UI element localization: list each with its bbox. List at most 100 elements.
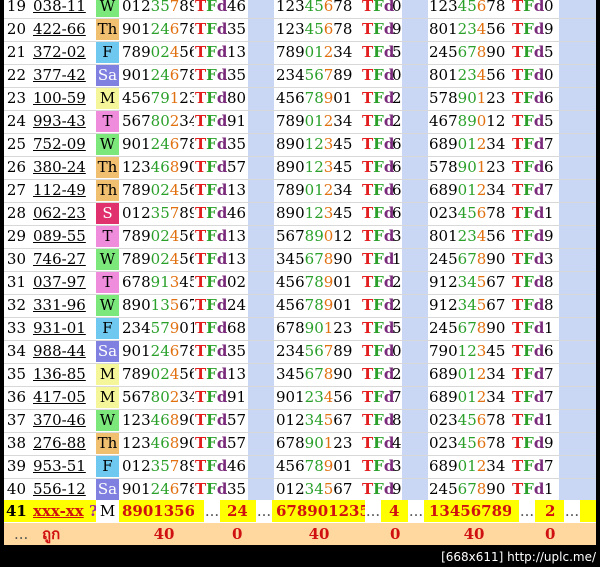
day-badge: Th — [96, 157, 119, 178]
tfd-label: TFd — [362, 273, 394, 291]
footer-value-1: 40 — [153, 525, 175, 543]
day-badge: Th — [96, 180, 119, 201]
digits-col-3: 68901234 — [429, 388, 506, 406]
number-col-1: 68 — [227, 319, 247, 337]
number-col-1: 35 — [227, 342, 247, 360]
row-code[interactable]: 112-49 — [33, 180, 89, 201]
row-code[interactable]: 752-09 — [33, 134, 89, 155]
row-code[interactable]: 417-05 — [33, 387, 89, 408]
row-number: 36 — [6, 388, 26, 406]
spacer-col-3 — [559, 272, 596, 295]
tfd-label: TFd — [512, 89, 544, 107]
number-col-1: 57 — [227, 158, 247, 176]
spacer-col-1 — [248, 180, 274, 203]
row-code[interactable]: 993-43 — [33, 111, 89, 132]
number-col-2: 6 — [392, 204, 402, 222]
tfd-label: TFd — [195, 43, 227, 61]
spacer-col-1 — [248, 134, 274, 157]
row-code[interactable]: 377-42 — [33, 65, 89, 86]
number-col-1: 35 — [227, 480, 247, 498]
number-col-2: 4 — [392, 434, 402, 452]
tfd-label: TFd — [195, 66, 227, 84]
table-row: 21 372-02 F 78902456 TFd 13 78901234 TFd 5 245678… — [4, 42, 596, 65]
footer-zero-1: 0 — [232, 525, 243, 543]
row-code[interactable]: 931-01 — [33, 318, 89, 339]
row-code[interactable]: 062-23 — [33, 203, 89, 224]
row-code[interactable]: 370-46 — [33, 410, 89, 431]
digits-col-1: 23457901 — [122, 319, 194, 337]
row-code[interactable]: 100-59 — [33, 88, 89, 109]
day-badge: F — [96, 318, 119, 339]
digits-col-1: 56780234 — [122, 112, 194, 130]
tfd-label: TFd — [362, 112, 394, 130]
digits-col-1: 78902456 — [122, 227, 194, 245]
row-number: 27 — [6, 181, 26, 199]
tfd-label: TFd — [362, 342, 394, 360]
tfd-label: TFd — [512, 273, 544, 291]
row-code[interactable]: 988-44 — [33, 341, 89, 362]
digits-col-3: 134567890 — [429, 502, 511, 520]
row-code[interactable]: 331-96 — [33, 295, 89, 316]
number-col-2: 6 — [392, 135, 402, 153]
spacer-col-3 — [559, 479, 596, 502]
day-badge: T — [96, 226, 119, 247]
row-number: 21 — [6, 43, 26, 61]
table-row: 28 062-23 S 01235789 TFd 46 89012345 TFd 6 023456… — [4, 203, 596, 226]
number-col-1: 46 — [227, 457, 247, 475]
row-code[interactable]: xxx-xx — [33, 500, 89, 522]
digits-col-2: 45678901 — [276, 457, 353, 475]
tfd-label: TFd — [512, 0, 544, 15]
table-row: 31 037-97 T 67891345 TFd 02 45678901 TFd 2 912345… — [4, 272, 596, 295]
digits-col-3: 91234567 — [429, 273, 506, 291]
spacer-col-1 — [248, 0, 274, 19]
row-code[interactable]: 746-27 — [33, 249, 89, 270]
digits-col-1: 90124678 — [122, 342, 194, 360]
digits-col-3: 02345678 — [429, 434, 506, 452]
row-code[interactable]: 422-66 — [33, 19, 89, 40]
tfd-label: TFd — [195, 135, 227, 153]
number-col-3: 7 — [544, 181, 554, 199]
day-badge: Sa — [96, 479, 119, 500]
digits-col-1: 01235789 — [122, 204, 194, 222]
row-code[interactable]: 953-51 — [33, 456, 89, 477]
spacer-col-1 — [248, 479, 274, 502]
spacer-col-1 — [248, 387, 274, 410]
row-number: 32 — [6, 296, 26, 314]
spacer-col-2 — [402, 226, 428, 249]
tfd-label: TFd — [362, 204, 394, 222]
day-badge: W — [96, 410, 119, 431]
row-code[interactable]: 136-85 — [33, 364, 89, 385]
tfd-label: TFd — [195, 388, 227, 406]
row-code[interactable]: 089-55 — [33, 226, 89, 247]
row-code[interactable]: 380-24 — [33, 157, 89, 178]
spacer-col-3 — [559, 157, 596, 180]
number-col-3: 2 — [545, 502, 556, 520]
number-col-3: 5 — [544, 43, 554, 61]
digits-col-3: 12345678 — [429, 0, 506, 15]
row-number: 31 — [6, 273, 26, 291]
spacer-col-2 — [402, 318, 428, 341]
row-code[interactable]: 276-88 — [33, 433, 89, 454]
digits-col-1: 90124678 — [122, 66, 194, 84]
tfd-label: TFd — [512, 434, 544, 452]
tfd-label: TFd — [512, 158, 544, 176]
row-code[interactable]: 038-11 — [33, 0, 89, 17]
digits-col-3: 02345678 — [429, 204, 506, 222]
dots-4: ... — [408, 500, 424, 522]
dots-2: ... — [256, 500, 272, 522]
table-row: 39 953-51 F 01235789 TFd 46 45678901 TFd 3 689012… — [4, 456, 596, 479]
row-code[interactable]: 556-12 — [33, 479, 89, 500]
row-code[interactable]: 372-02 — [33, 42, 89, 63]
spacer-col-1 — [248, 42, 274, 65]
spacer-col-3 — [559, 249, 596, 272]
watermark: [668x611] http://uplc.me/ — [441, 550, 596, 564]
number-col-1: 24 — [227, 296, 247, 314]
row-number: 34 — [6, 342, 26, 360]
tfd-label: TFd — [512, 365, 544, 383]
spacer-col-3 — [559, 433, 596, 456]
row-code[interactable]: 037-97 — [33, 272, 89, 293]
tfd-label: TFd — [512, 296, 544, 314]
digits-col-2: 67890123 — [276, 319, 353, 337]
spacer-col-2 — [402, 341, 428, 364]
table-row: 34 988-44 Sa 90124678 TFd 35 23456789 TFd 0 79012… — [4, 341, 596, 364]
